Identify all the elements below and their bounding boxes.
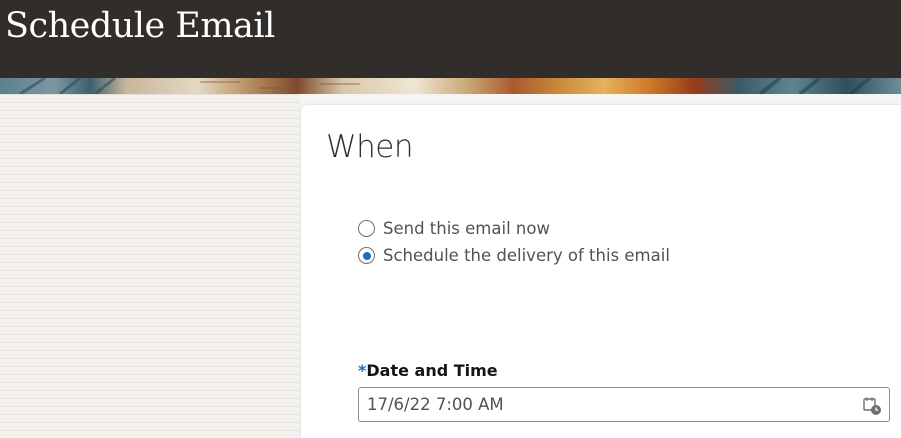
radio-schedule-delivery[interactable]: Schedule the delivery of this email xyxy=(358,242,670,269)
radio-send-now[interactable]: Send this email now xyxy=(358,215,670,242)
background-texture xyxy=(0,94,300,438)
when-card: When Send this email now Schedule the de… xyxy=(301,105,901,438)
delivery-radio-group: Send this email now Schedule the deliver… xyxy=(358,215,670,269)
radio-button-selected[interactable] xyxy=(358,247,375,264)
radio-button[interactable] xyxy=(358,220,375,237)
calendar-clock-icon[interactable] xyxy=(862,396,882,416)
date-time-label: *Date and Time xyxy=(358,361,498,380)
radio-label: Send this email now xyxy=(383,219,550,238)
date-time-label-text: Date and Time xyxy=(366,361,498,380)
section-title: When xyxy=(326,129,414,165)
decorative-banner xyxy=(0,78,901,94)
radio-label: Schedule the delivery of this email xyxy=(383,246,670,265)
page-header: Schedule Email xyxy=(0,0,901,78)
date-time-input[interactable]: 17/6/22 7:00 AM xyxy=(358,387,890,422)
date-time-value: 17/6/22 7:00 AM xyxy=(367,395,504,414)
page-title: Schedule Email xyxy=(5,6,275,46)
